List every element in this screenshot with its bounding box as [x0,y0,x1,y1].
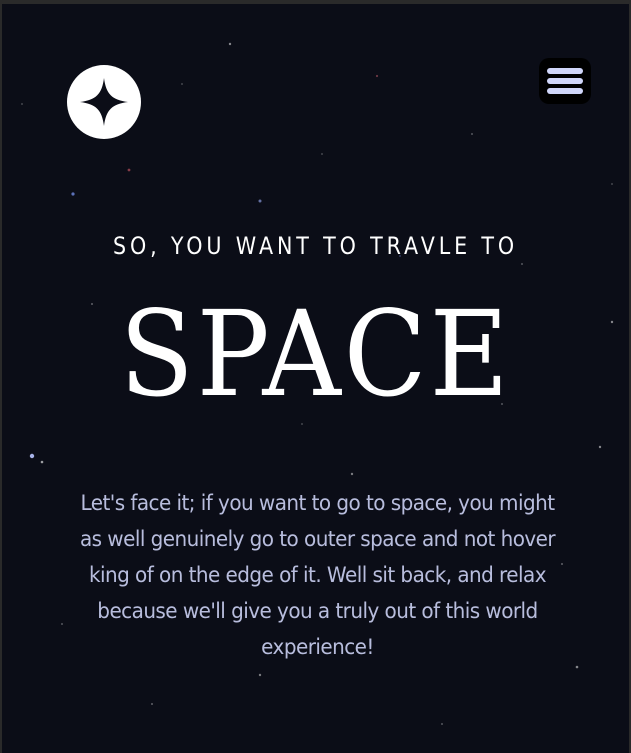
hero-subtitle: SO, YOU WANT TO TRAVLE TO [112,232,519,260]
hamburger-menu-icon-bar-3 [547,88,583,94]
page-frame: SO, YOU WANT TO TRAVLE TO SPACE Let's fa… [2,4,629,753]
hamburger-menu-button[interactable] [539,58,591,104]
hamburger-menu-icon [547,68,583,74]
hamburger-menu-icon-bar-2 [547,78,583,84]
logo[interactable] [67,65,141,139]
hero-title: SPACE [119,285,512,423]
hero-description: Let's face it; if you want to go to spac… [79,491,556,660]
four-point-star-icon [80,78,128,126]
